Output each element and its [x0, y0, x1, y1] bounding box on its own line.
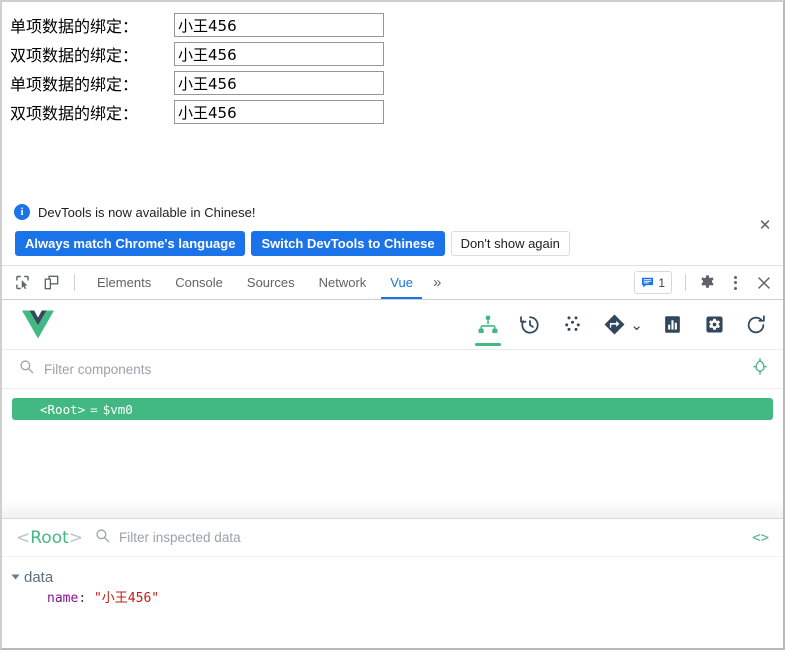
message-count-label: 1 — [658, 275, 665, 290]
page-viewport: 单项数据的绑定： 双项数据的绑定： 单项数据的绑定： 双项数据的绑定： — [0, 0, 785, 192]
one-way-binding-input-1[interactable] — [174, 13, 384, 37]
inspector-body: data name: "小王456" — [2, 557, 783, 648]
dont-show-again-button[interactable]: Don't show again — [450, 231, 570, 256]
tab-elements[interactable]: Elements — [85, 266, 163, 299]
component-filter-bar — [2, 350, 783, 389]
tabbar-right-divider — [685, 274, 686, 291]
tabbar-divider — [74, 274, 75, 291]
tab-console[interactable]: Console — [163, 266, 235, 299]
refresh-icon[interactable] — [743, 300, 769, 349]
panel-splitter[interactable] — [2, 500, 783, 519]
tab-vue[interactable]: Vue — [378, 266, 425, 299]
chevron-down-icon[interactable]: ⌄ — [630, 316, 643, 334]
vue-toolbar: ⌄ — [2, 300, 783, 350]
data-entry-value: "小王456" — [93, 591, 160, 606]
tabbar-left-tools — [2, 266, 82, 299]
close-infobar-icon[interactable]: ✕ — [756, 216, 774, 234]
devtools-tabbar: Elements Console Sources Network Vue » 1 — [2, 266, 783, 300]
settings-gear-icon[interactable] — [694, 270, 721, 296]
component-tree: <Root> = $vm0 — [2, 389, 783, 500]
component-tree-row-root[interactable]: <Root> = $vm0 — [12, 398, 773, 420]
filter-inspected-data-input[interactable] — [119, 530, 745, 545]
data-group-toggle[interactable]: data — [10, 566, 783, 588]
form-row: 单项数据的绑定： — [10, 11, 783, 39]
close-devtools-icon[interactable] — [750, 270, 777, 296]
vue-logo — [20, 309, 56, 341]
more-tabs-icon[interactable]: » — [425, 266, 449, 299]
inspector-title-text: Root — [30, 527, 69, 548]
inspected-component-name: <Root> — [16, 528, 83, 548]
two-way-binding-input-1[interactable] — [174, 42, 384, 66]
routes-diamond-icon[interactable] — [601, 313, 627, 336]
component-selector-icon[interactable] — [751, 357, 769, 381]
message-badge-icon[interactable]: 1 — [634, 271, 672, 294]
device-toolbar-icon[interactable] — [38, 270, 65, 296]
timeline-history-icon[interactable] — [517, 300, 543, 349]
vuex-dots-icon[interactable] — [559, 300, 585, 349]
inspector-title-open: < — [16, 527, 31, 548]
caret-down-icon — [11, 574, 20, 580]
switch-devtools-to-chinese-button[interactable]: Switch DevTools to Chinese — [251, 231, 445, 256]
form-row: 单项数据的绑定： — [10, 69, 783, 97]
form-row: 双项数据的绑定： — [10, 98, 783, 126]
component-tree-row-assign: = — [90, 401, 98, 417]
infobar-actions: Always match Chrome's language Switch De… — [14, 231, 771, 256]
vue-toolbar-icons: ⌄ — [475, 300, 769, 349]
component-inspector: <Root> <> data — [2, 519, 783, 648]
performance-bars-icon[interactable] — [659, 300, 685, 349]
data-entry-key: name — [47, 591, 79, 606]
devtools-window: 单项数据的绑定： 双项数据的绑定： 单项数据的绑定： 双项数据的绑定： i — [0, 0, 785, 650]
binding-label: 双项数据的绑定： — [10, 46, 139, 65]
tabbar-right-tools: 1 — [634, 266, 783, 299]
data-group-label: data — [24, 568, 54, 586]
devtools-panel: i DevTools is now available in Chinese! … — [0, 192, 785, 650]
inspector-title-close: > — [68, 527, 84, 548]
form-row: 双项数据的绑定： — [10, 40, 783, 68]
binding-form: 单项数据的绑定： 双项数据的绑定： 单项数据的绑定： 双项数据的绑定： — [2, 2, 783, 126]
search-icon — [95, 528, 110, 548]
components-tree-icon[interactable] — [475, 300, 502, 349]
binding-label: 单项数据的绑定： — [10, 75, 139, 94]
inspector-header: <Root> <> — [2, 519, 783, 557]
search-icon — [19, 359, 34, 379]
two-way-binding-input-2[interactable] — [174, 100, 384, 124]
infobar-message-text: DevTools is now available in Chinese! — [38, 204, 256, 220]
binding-label: 单项数据的绑定： — [10, 17, 139, 36]
info-icon: i — [14, 204, 30, 220]
filter-components-input[interactable] — [44, 361, 751, 377]
routes-group: ⌄ — [601, 313, 643, 336]
data-entry-separator: : — [78, 591, 94, 606]
component-tree-row-vm: $vm0 — [102, 401, 133, 417]
infobar-message-row: i DevTools is now available in Chinese! — [14, 202, 771, 222]
more-options-kebab-icon[interactable] — [722, 270, 749, 296]
devtools-tabs: Elements Console Sources Network Vue » — [85, 266, 449, 299]
inspect-element-icon[interactable] — [9, 270, 36, 296]
data-entry-name[interactable]: name: "小王456" — [10, 588, 783, 610]
always-match-chrome-language-button[interactable]: Always match Chrome's language — [15, 231, 246, 256]
tab-sources[interactable]: Sources — [235, 266, 307, 299]
vue-devtools-panel: ⌄ Filter components <Root> = $vm0 <Root>… — [2, 300, 783, 648]
binding-label: 双项数据的绑定： — [10, 104, 139, 123]
component-tree-row-tag: <Root> — [40, 401, 86, 417]
one-way-binding-input-2[interactable] — [174, 71, 384, 95]
view-source-code-icon[interactable]: <> — [744, 530, 769, 546]
tab-network[interactable]: Network — [307, 266, 379, 299]
settings-cog-icon[interactable] — [701, 300, 727, 349]
devtools-language-infobar: i DevTools is now available in Chinese! … — [2, 192, 783, 266]
